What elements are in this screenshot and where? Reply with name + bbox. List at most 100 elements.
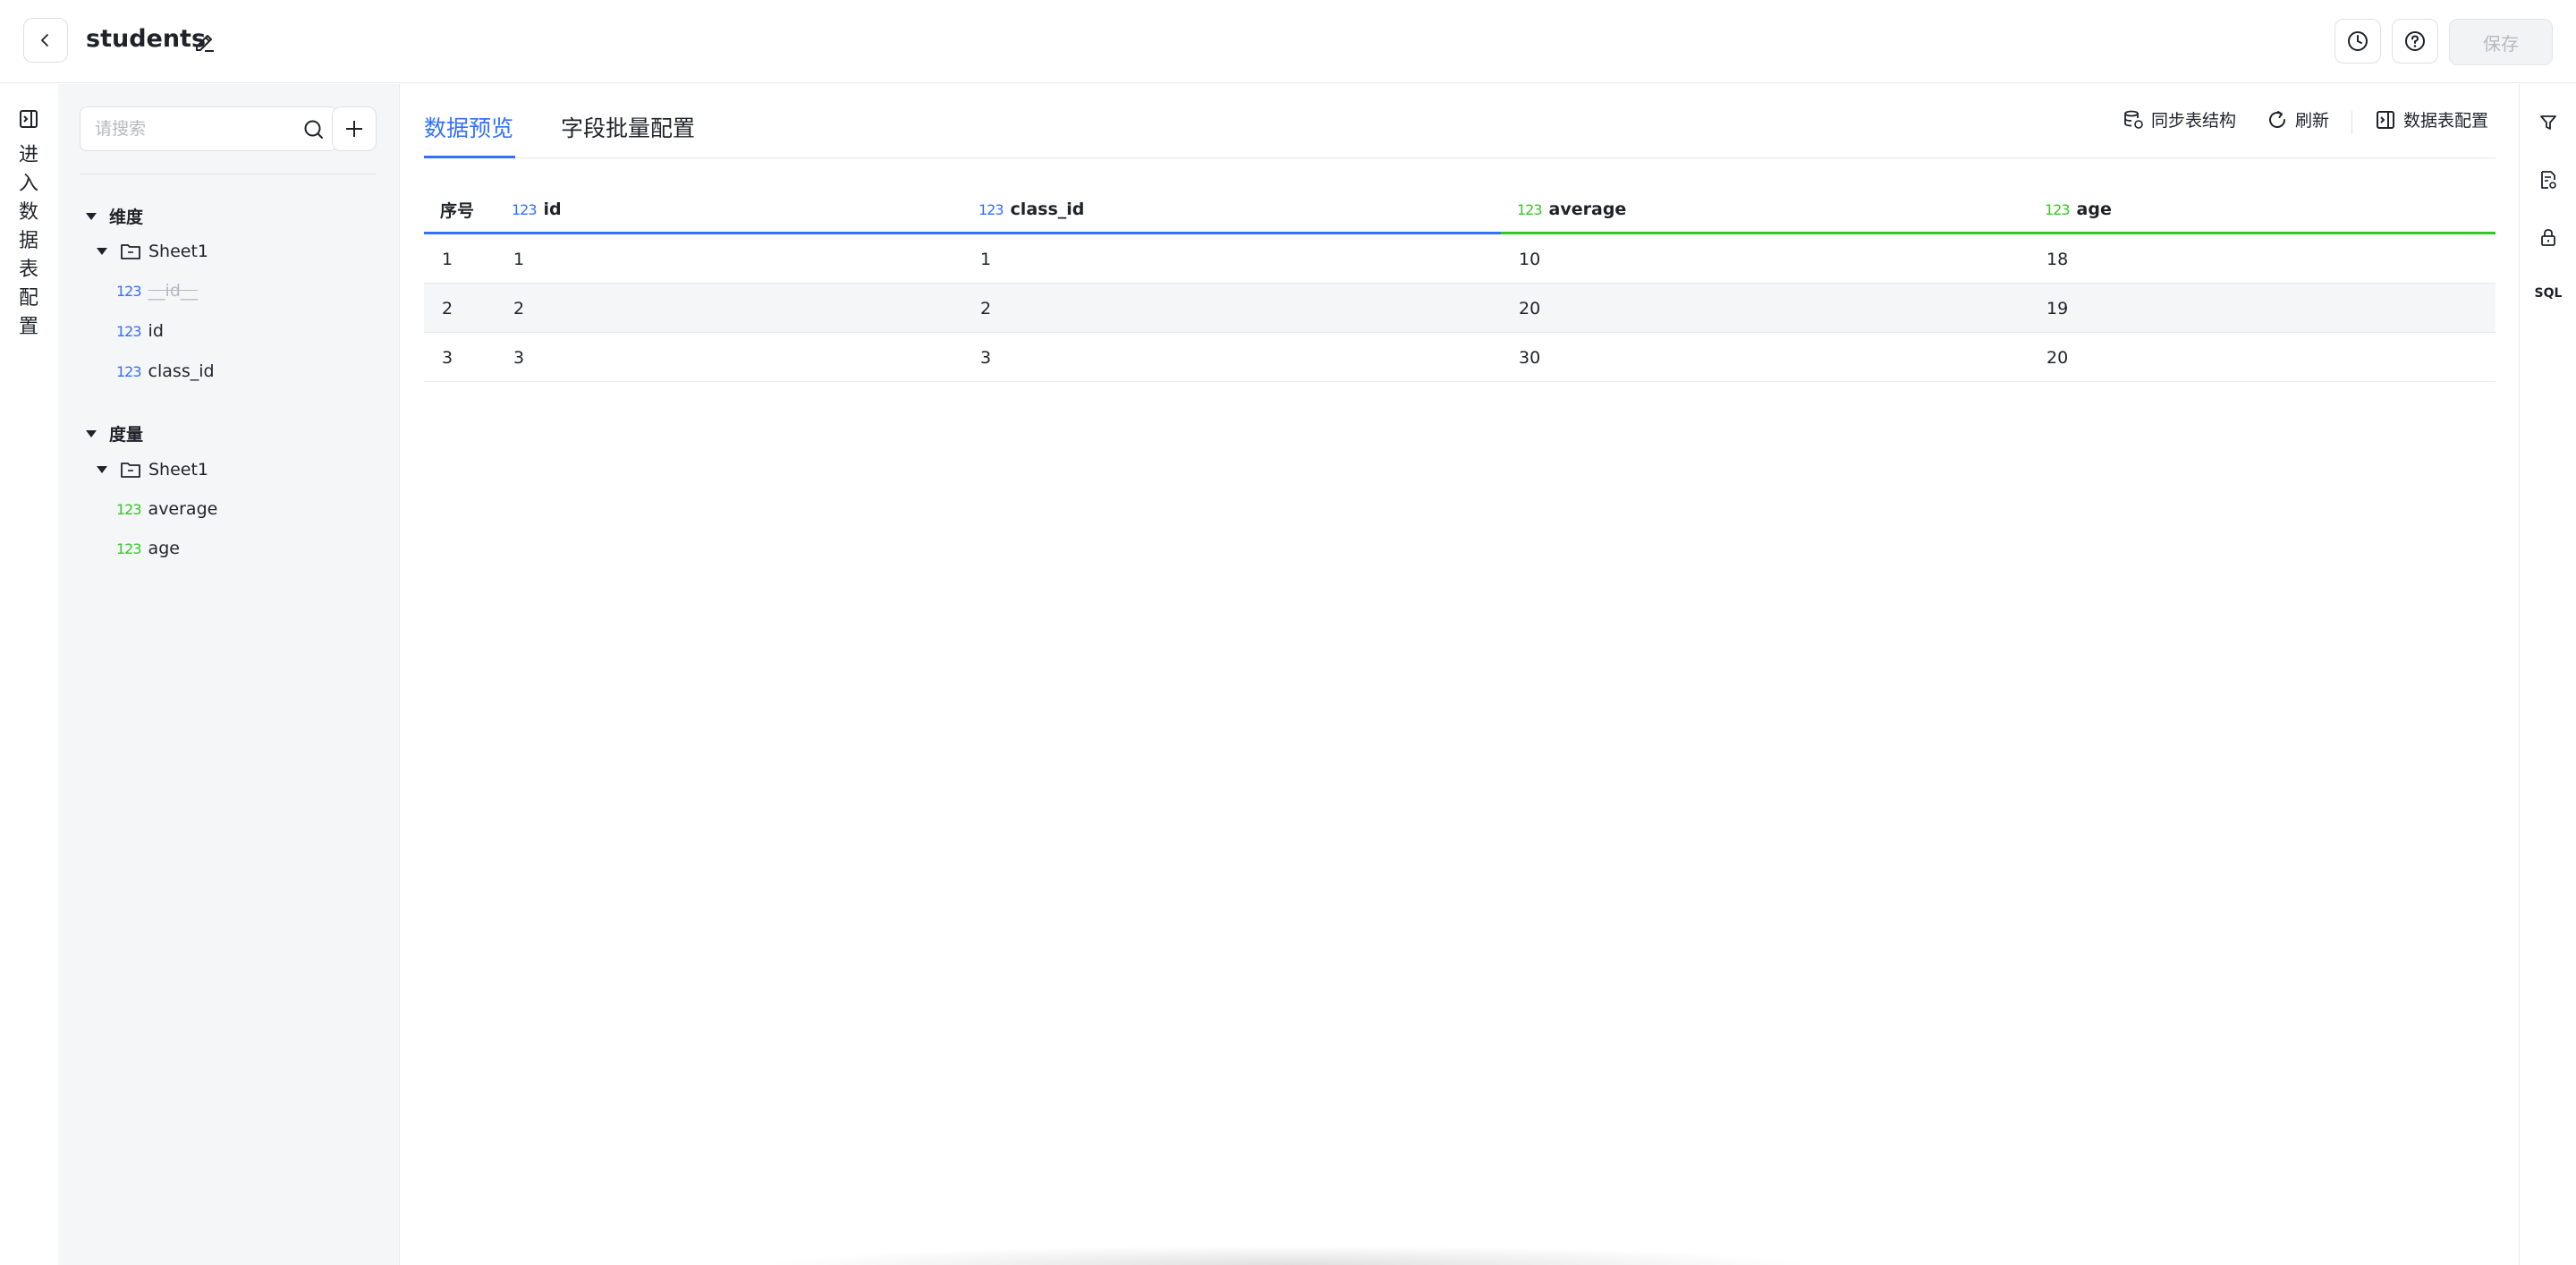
add-field-button[interactable] xyxy=(332,106,377,151)
dimension-folder[interactable]: Sheet1 xyxy=(97,242,208,261)
permission-button[interactable] xyxy=(2537,225,2560,249)
edit-title-button[interactable] xyxy=(190,27,220,57)
measure-group[interactable]: 度量 xyxy=(86,421,143,446)
lock-icon xyxy=(2541,229,2555,246)
search-input[interactable] xyxy=(95,107,292,150)
refresh-icon xyxy=(2269,110,2285,128)
caret-down-icon xyxy=(97,466,107,473)
refresh-button[interactable]: 刷新 xyxy=(2267,107,2329,132)
table-row: 1 1 1 10 18 xyxy=(424,234,2496,284)
caret-down-icon xyxy=(97,248,107,255)
history-button[interactable] xyxy=(2334,19,2381,64)
table-cell: 20 xyxy=(1519,298,1541,318)
rail-char: 配 xyxy=(18,287,38,310)
tab-data-preview[interactable]: 数据预览 xyxy=(424,111,513,143)
folder-label: Sheet1 xyxy=(148,460,209,480)
rail-char: 进 xyxy=(18,144,38,166)
right-rail: SQL xyxy=(2519,84,2576,1265)
tab-batch-field-config[interactable]: 字段批量配置 xyxy=(561,111,695,143)
search-icon[interactable] xyxy=(302,118,326,141)
folder-icon xyxy=(121,463,140,478)
field-name: class_id xyxy=(148,361,215,381)
data-preview-table: 序号 123 id 123 class_id 123 average 123 a… xyxy=(424,184,2496,382)
column-name: age xyxy=(2076,200,2112,219)
rail-char: 入 xyxy=(18,173,38,195)
plus-icon xyxy=(346,121,362,137)
field-name: age xyxy=(148,539,180,558)
refresh-label: 刷新 xyxy=(2295,111,2330,131)
caret-down-icon xyxy=(86,212,97,220)
table-row: 2 2 2 20 19 xyxy=(424,284,2496,333)
column-header-id[interactable]: 123 id xyxy=(512,184,562,234)
toolbar-divider xyxy=(2351,111,2352,134)
table-cell: 1 xyxy=(980,249,992,269)
chevron-left-icon xyxy=(41,34,48,47)
top-header: students 保存 xyxy=(0,0,2576,83)
sql-button[interactable]: SQL xyxy=(2532,286,2564,301)
filter-button[interactable] xyxy=(2537,111,2560,134)
number-type-icon: 123 xyxy=(116,322,142,340)
field-name: average xyxy=(148,499,218,519)
sync-structure-label: 同步表结构 xyxy=(2151,111,2237,131)
question-icon xyxy=(2405,31,2425,51)
field-item[interactable]: 123 id xyxy=(116,321,164,341)
table-cell: 19 xyxy=(2046,298,2069,318)
field-sidebar: 维度 Sheet1 123 __id__ 123 id 123 class_id… xyxy=(58,84,400,1265)
number-type-icon: 123 xyxy=(116,500,142,518)
folder-label: Sheet1 xyxy=(148,242,209,261)
table-config-button[interactable]: 数据表配置 xyxy=(2375,107,2488,132)
sync-structure-button[interactable]: 同步表结构 xyxy=(2123,107,2236,132)
help-button[interactable] xyxy=(2392,19,2438,64)
field-item[interactable]: 123 __id__ xyxy=(116,281,198,301)
dimension-group[interactable]: 维度 xyxy=(86,204,143,228)
sidebar-expand-icon xyxy=(2377,110,2394,129)
measure-group-label: 度量 xyxy=(109,425,144,445)
column-name: id xyxy=(543,200,562,219)
page-title: students xyxy=(86,25,207,53)
number-type-icon: 123 xyxy=(2045,200,2071,218)
field-settings-button[interactable] xyxy=(2537,168,2560,191)
save-button[interactable]: 保存 xyxy=(2449,19,2553,65)
table-cell: 3 xyxy=(980,347,992,368)
number-type-icon: 123 xyxy=(116,282,142,300)
column-header-class-id[interactable]: 123 class_id xyxy=(979,184,1084,234)
back-button[interactable] xyxy=(23,18,68,63)
number-type-icon: 123 xyxy=(512,200,538,218)
table-cell: 1 xyxy=(442,249,453,269)
panel-toggle-button[interactable] xyxy=(17,107,40,131)
rail-char: 数 xyxy=(18,201,38,224)
caret-down-icon xyxy=(86,429,97,437)
field-item[interactable]: 123 age xyxy=(116,539,180,558)
measure-folder[interactable]: Sheet1 xyxy=(97,460,208,480)
column-header-average[interactable]: 123 average xyxy=(1517,184,1626,234)
table-config-label: 数据表配置 xyxy=(2403,111,2489,131)
field-item[interactable]: 123 average xyxy=(116,499,217,519)
table-cell: 2 xyxy=(513,298,525,318)
column-name: average xyxy=(1548,200,1627,219)
field-name: __id__ xyxy=(148,281,198,301)
table-cell: 2 xyxy=(980,298,992,318)
sidebar-expand-icon xyxy=(20,110,38,128)
field-item[interactable]: 123 class_id xyxy=(116,361,215,381)
table-cell: 2 xyxy=(442,298,453,318)
table-cell: 10 xyxy=(1519,249,1541,269)
table-cell: 3 xyxy=(442,347,453,368)
rail-char: 置 xyxy=(18,316,38,338)
number-type-icon: 123 xyxy=(116,539,142,557)
rail-char: 表 xyxy=(18,259,38,281)
column-header-age[interactable]: 123 age xyxy=(2045,184,2112,234)
pencil-icon xyxy=(196,35,214,52)
index-column-header: 序号 xyxy=(440,200,475,221)
dimension-group-label: 维度 xyxy=(109,208,144,227)
table-row: 3 3 3 30 20 xyxy=(424,333,2496,382)
table-cell: 1 xyxy=(513,249,525,269)
enter-table-config-link[interactable]: 进 入 数 据 表 配 置 xyxy=(15,141,42,342)
number-type-icon: 123 xyxy=(1517,200,1543,218)
table-cell: 30 xyxy=(1519,347,1541,368)
table-cell: 3 xyxy=(513,347,525,368)
table-header: 序号 123 id 123 class_id 123 average 123 a… xyxy=(424,184,2496,234)
search-box xyxy=(80,106,337,151)
active-tab-indicator xyxy=(424,156,515,158)
table-cell: 18 xyxy=(2046,249,2069,269)
field-name: id xyxy=(148,321,164,341)
